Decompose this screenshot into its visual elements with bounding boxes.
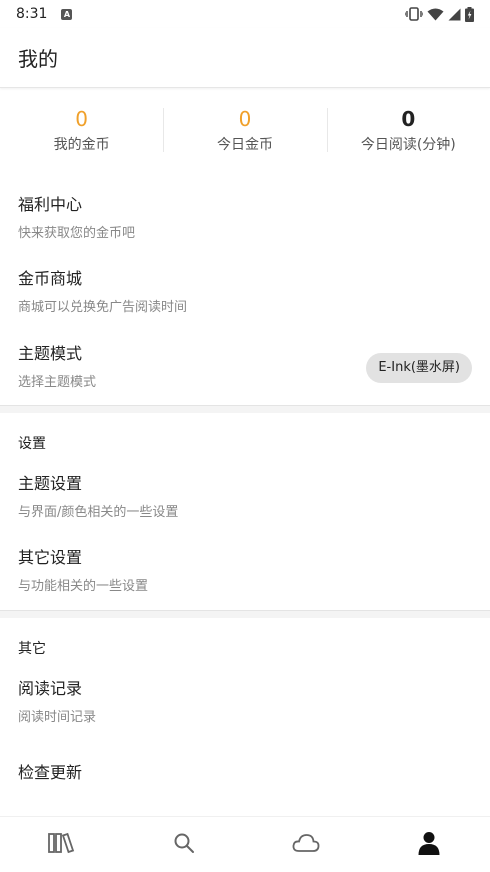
section-divider — [0, 405, 490, 413]
person-icon — [417, 831, 441, 859]
app-notification-icon: A — [61, 8, 73, 20]
tab-profile[interactable] — [368, 817, 490, 872]
list-item-coin-shop[interactable]: 金币商城 商城可以兑换免广告阅读时间 — [0, 268, 490, 317]
wifi-icon — [427, 8, 444, 21]
tab-bookshelf[interactable] — [0, 817, 123, 872]
list-item-welfare-center[interactable]: 福利中心 快来获取您的金币吧 — [0, 194, 490, 243]
item-subtitle: 快来获取您的金币吧 — [18, 226, 136, 241]
signal-icon — [448, 8, 461, 21]
bottom-nav — [0, 816, 490, 872]
status-icons — [405, 6, 474, 22]
stats-row: 0 我的金币 0 今日金币 0 今日阅读(分钟) — [0, 100, 490, 160]
bookshelf-icon — [47, 831, 75, 859]
stat-label: 我的金币 — [53, 137, 110, 153]
list-item-reading-history[interactable]: 阅读记录 阅读时间记录 — [0, 678, 490, 727]
page-title: 我的 — [18, 47, 58, 71]
stat-label: 今日金币 — [216, 137, 273, 153]
battery-icon — [465, 6, 474, 22]
tab-cloud[interactable] — [245, 817, 368, 872]
section-divider — [0, 610, 490, 618]
list-item-check-update[interactable]: 检查更新 — [0, 762, 490, 784]
status-time: 8:31 — [16, 6, 48, 22]
stat-value: 0 — [75, 107, 89, 131]
status-bar: 8:31 A — [0, 0, 490, 28]
section-title-settings: 设置 — [18, 436, 46, 452]
stat-today-coins[interactable]: 0 今日金币 — [163, 100, 326, 160]
item-title: 福利中心 — [18, 195, 83, 214]
vibrate-icon — [405, 7, 423, 21]
list-item-theme-settings[interactable]: 主题设置 与界面/颜色相关的一些设置 — [0, 473, 490, 522]
item-subtitle: 商城可以兑换免广告阅读时间 — [18, 300, 188, 315]
cloud-icon — [292, 833, 320, 857]
item-title: 检查更新 — [18, 763, 83, 782]
stat-my-coins[interactable]: 0 我的金币 — [0, 100, 163, 160]
item-title: 其它设置 — [18, 548, 83, 567]
search-icon — [173, 832, 195, 858]
item-subtitle: 阅读时间记录 — [18, 710, 97, 725]
tab-search[interactable] — [123, 817, 246, 872]
app-bar: 我的 — [0, 28, 490, 88]
screen: 8:31 A 我的 0 我的金币 0 今日金币 0 今日阅读(分钟) 福利中心 … — [0, 0, 490, 872]
item-title: 主题设置 — [18, 474, 83, 493]
stat-value: 0 — [401, 107, 416, 131]
list-item-other-settings[interactable]: 其它设置 与功能相关的一些设置 — [0, 547, 490, 596]
stat-value: 0 — [238, 107, 252, 131]
item-title: 金币商城 — [18, 269, 83, 288]
item-subtitle: 与界面/颜色相关的一些设置 — [18, 505, 179, 520]
item-subtitle: 与功能相关的一些设置 — [18, 579, 149, 594]
section-title-other: 其它 — [18, 641, 46, 657]
item-title: 阅读记录 — [18, 679, 83, 698]
stat-today-reading[interactable]: 0 今日阅读(分钟) — [326, 100, 490, 160]
theme-mode-chip[interactable]: E-Ink(墨水屏) — [366, 353, 472, 383]
stat-label: 今日阅读(分钟) — [360, 137, 456, 153]
